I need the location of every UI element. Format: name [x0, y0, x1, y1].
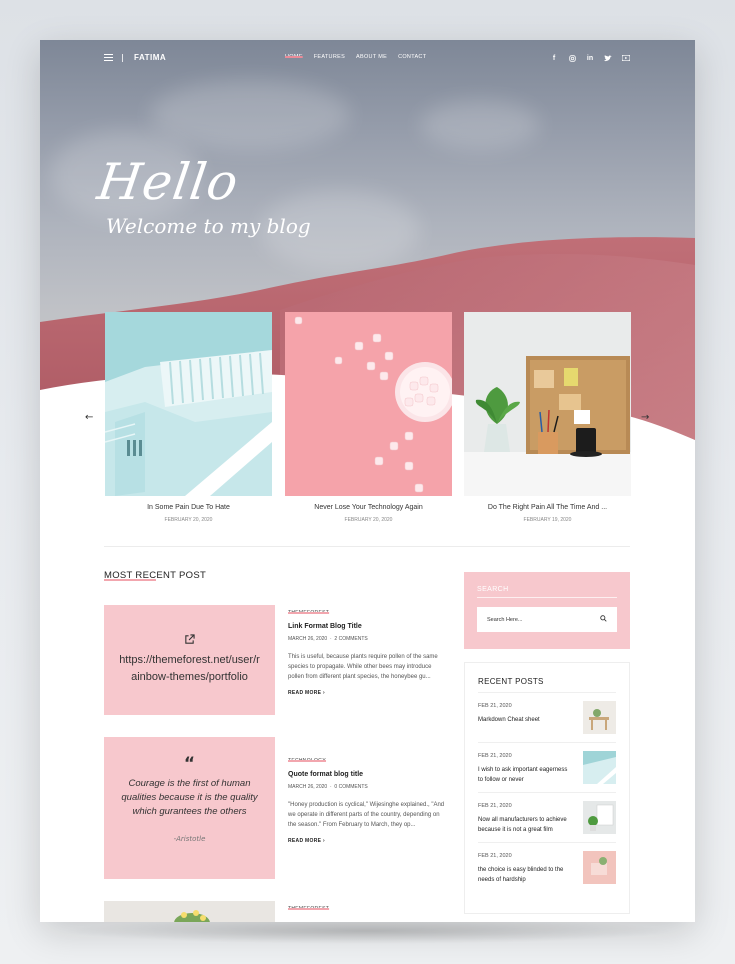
desk-corkboard-image	[464, 312, 631, 496]
slider-prev-arrow-icon[interactable]: ←	[85, 412, 93, 423]
linkedin-icon[interactable]: in	[585, 53, 595, 63]
blog-page: FATIMA HOME FEATURES ABOUT ME CONTACT f …	[40, 40, 695, 922]
post-category[interactable]: THEMEFOREST	[288, 906, 448, 912]
search-input[interactable]	[487, 616, 587, 623]
nav-link-features[interactable]: FEATURES	[314, 54, 345, 60]
section-divider	[104, 546, 630, 547]
chevron-right-icon: ›	[322, 690, 325, 696]
recent-post-thumbnail[interactable]	[583, 801, 616, 834]
slider-card[interactable]: Never Lose Your Technology Again FEBRUAR…	[285, 312, 452, 523]
nav-divider	[122, 54, 123, 62]
search-widget: SEARCH	[464, 572, 630, 649]
quote-author: -Aristotle	[173, 835, 206, 843]
post-meta: MARCH 26, 2020 · 0 COMMENTS	[288, 784, 368, 790]
post-thumbnail-plant[interactable]	[104, 901, 275, 922]
slider-card-title[interactable]: Do The Right Pain All The Time And ...	[464, 504, 631, 511]
search-box	[477, 607, 617, 632]
recent-post-thumbnail[interactable]	[583, 751, 616, 784]
slider-card-date: FEBRUARY 20, 2020	[344, 517, 393, 523]
twitter-icon[interactable]	[603, 53, 613, 63]
architecture-image	[105, 312, 272, 496]
external-link-icon	[184, 634, 195, 648]
third-post-summary: THEMEFOREST	[288, 906, 448, 912]
site-logo[interactable]: FATIMA	[134, 53, 166, 62]
recent-post-date: FEB 21, 2020	[478, 803, 512, 809]
title-underline	[104, 579, 156, 581]
recent-post-date: FEB 21, 2020	[478, 853, 512, 859]
slider-next-arrow-icon[interactable]: →	[641, 412, 649, 423]
recent-posts-heading: RECENT POSTS	[478, 677, 544, 686]
slider-card-date: FEBRUARY 19, 2020	[523, 517, 572, 523]
nav-link-home[interactable]: HOME	[285, 54, 303, 60]
instagram-icon[interactable]	[567, 53, 577, 63]
nav-link-about[interactable]: ABOUT ME	[356, 54, 387, 60]
recent-post-thumbnail[interactable]	[583, 851, 616, 884]
search-widget-label: SEARCH	[477, 586, 509, 593]
recent-post-thumbnail[interactable]	[583, 701, 616, 734]
search-widget-rule	[477, 597, 617, 598]
social-links: f in	[549, 53, 631, 63]
read-more-link[interactable]: READ MORE ›	[288, 838, 448, 844]
most-recent-post-heading: MOST RECENT POST	[104, 570, 206, 581]
post-category[interactable]: THEMEFOREST	[288, 610, 448, 616]
quote-format-card[interactable]: “ Courage is the first of human qualitie…	[104, 737, 275, 879]
slider-card-title[interactable]: In Some Pain Due To Hate	[105, 504, 272, 511]
post-meta: MARCH 26, 2020 · 2 COMMENTS	[288, 636, 368, 642]
recent-post-title[interactable]: Now all manufacturers to achieve because…	[478, 815, 568, 835]
recent-post-title[interactable]: Markdown Cheat sheet	[478, 715, 568, 725]
quote-marks-icon: “	[183, 754, 196, 774]
read-more-link[interactable]: READ MORE ›	[288, 690, 448, 696]
quote-text: Courage is the first of human qualities …	[121, 778, 258, 817]
quote-post-summary: TECHNOLOGY Quote format blog title MARCH…	[288, 758, 448, 844]
top-navigation: FATIMA HOME FEATURES ABOUT ME CONTACT f …	[40, 40, 695, 78]
facebook-icon[interactable]: f	[549, 53, 559, 63]
post-excerpt: "Honey production is cyclical," Wijesing…	[288, 802, 445, 828]
slider-card-date: FEBRUARY 20, 2020	[164, 517, 213, 523]
recent-post-title[interactable]: the choice is easy blinded to the needs …	[478, 865, 568, 885]
recent-post-item[interactable]: FEB 21, 2020 the choice is easy blinded …	[478, 842, 616, 892]
slider-card-title[interactable]: Never Lose Your Technology Again	[285, 504, 452, 511]
recent-post-title[interactable]: I wish to ask important eagerness to fol…	[478, 765, 568, 785]
link-post-url[interactable]: https://themeforest.net/user/rainbow-the…	[118, 652, 261, 686]
search-icon[interactable]	[600, 615, 607, 624]
recent-post-date: FEB 21, 2020	[478, 753, 512, 759]
main-menu: HOME FEATURES ABOUT ME CONTACT	[285, 54, 426, 60]
recent-posts-widget: RECENT POSTS FEB 21, 2020 Markdown Cheat…	[464, 662, 630, 914]
recent-post-item[interactable]: FEB 21, 2020 I wish to ask important eag…	[478, 742, 616, 792]
recent-post-date: FEB 21, 2020	[478, 703, 512, 709]
hero-hello-heading: Hello	[93, 153, 243, 211]
link-post-summary: THEMEFOREST Link Format Blog Title MARCH…	[288, 610, 448, 696]
hamburger-menu-icon[interactable]	[104, 54, 113, 61]
post-excerpt: This is useful, because plants require p…	[288, 654, 438, 680]
nav-link-contact[interactable]: CONTACT	[398, 54, 426, 60]
recent-post-item[interactable]: FEB 21, 2020 Markdown Cheat sheet	[478, 692, 616, 742]
post-title[interactable]: Link Format Blog Title	[288, 623, 448, 630]
slider-card[interactable]: In Some Pain Due To Hate FEBRUARY 20, 20…	[105, 312, 272, 523]
post-title[interactable]: Quote format blog title	[288, 771, 448, 778]
youtube-icon[interactable]	[621, 53, 631, 63]
marshmallows-image	[285, 312, 452, 496]
slider-card[interactable]: Do The Right Pain All The Time And ... F…	[464, 312, 631, 523]
recent-post-item[interactable]: FEB 21, 2020 Now all manufacturers to ac…	[478, 792, 616, 842]
chevron-right-icon: ›	[322, 838, 325, 844]
hero-welcome-subheading: Welcome to my blog	[106, 214, 311, 238]
link-format-card[interactable]: https://themeforest.net/user/rainbow-the…	[104, 605, 275, 715]
post-category[interactable]: TECHNOLOGY	[288, 758, 448, 764]
